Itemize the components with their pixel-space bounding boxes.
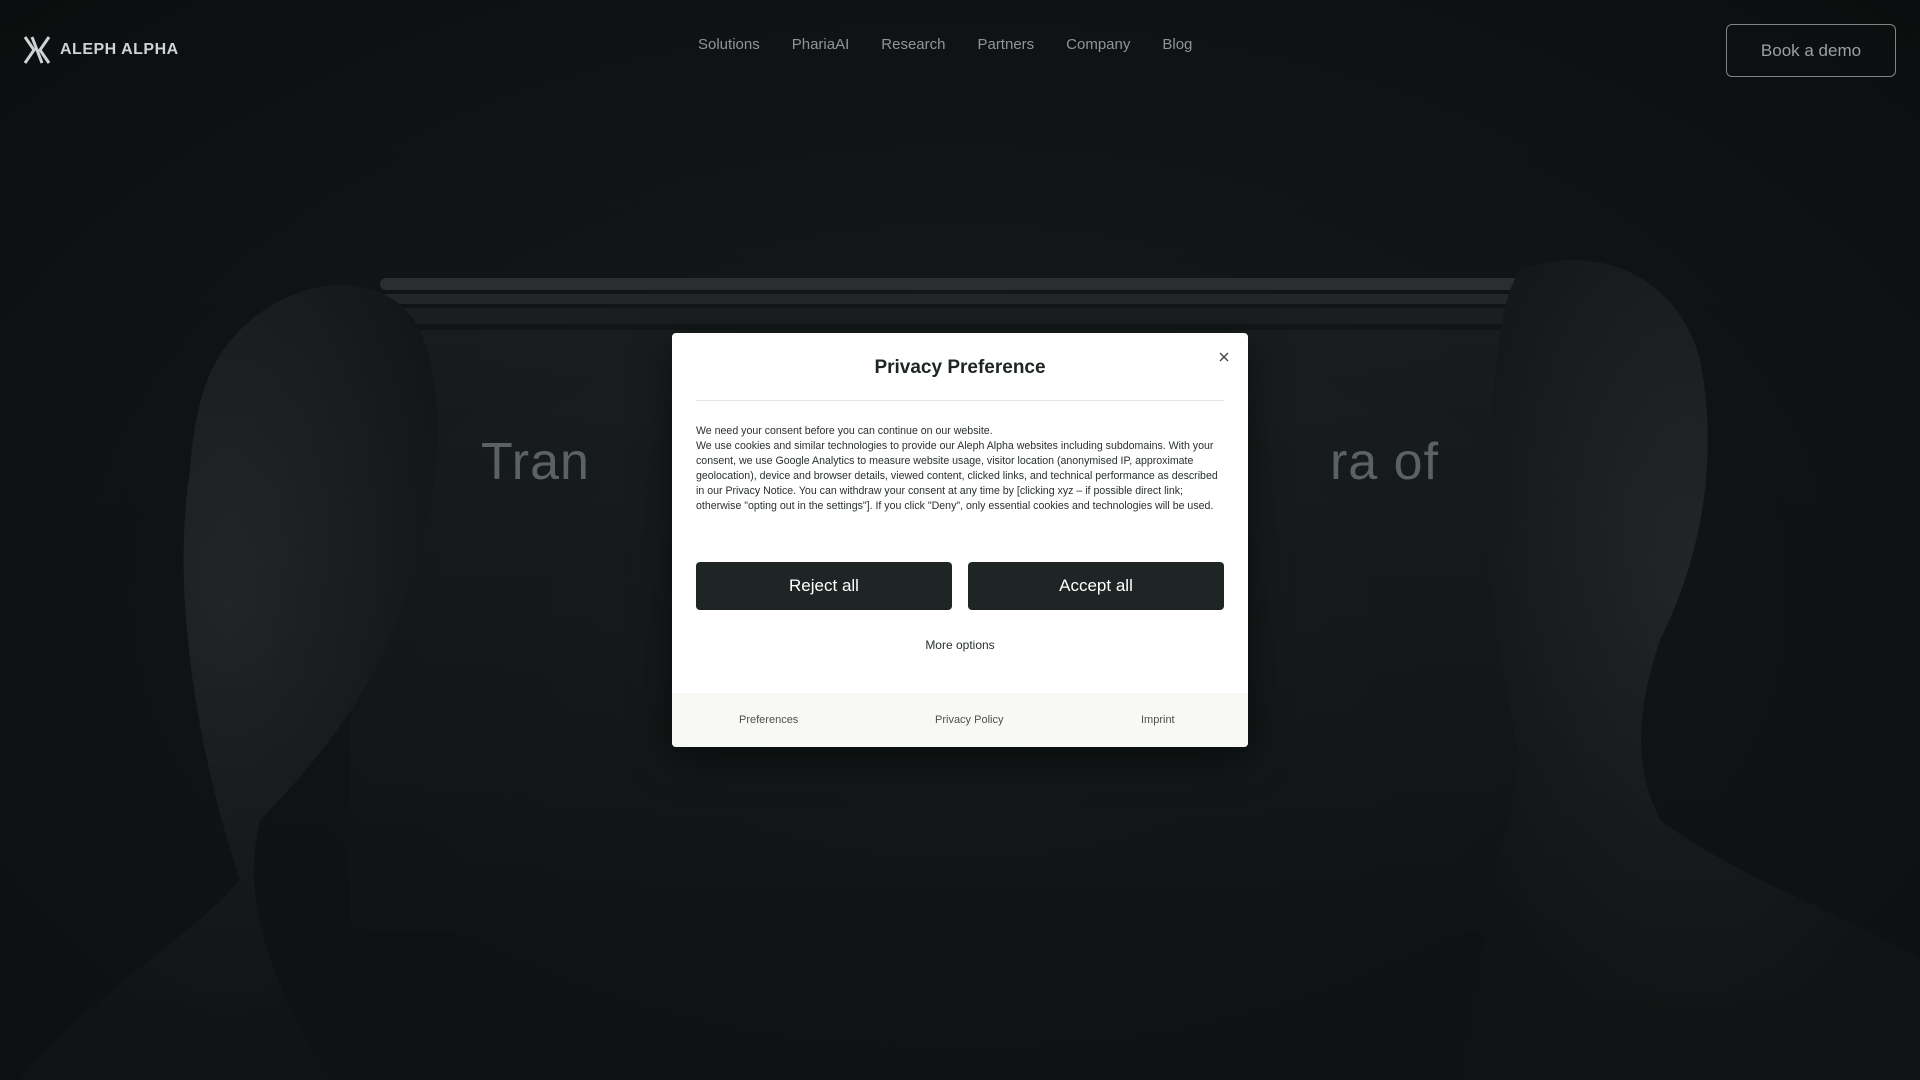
imprint-link[interactable]: Imprint [1141, 714, 1175, 726]
logo[interactable]: ALEPH ALPHA [22, 34, 179, 66]
consent-detail-text: We use cookies and similar technologies … [696, 440, 1218, 512]
modal-body: We need your consent before you can cont… [696, 424, 1228, 514]
aleph-alpha-logo-icon [23, 36, 51, 64]
modal-footer: Preferences Privacy Policy Imprint [672, 693, 1248, 747]
consent-intro-text: We need your consent before you can cont… [696, 425, 993, 437]
hero-title-right: ra of [1329, 433, 1440, 491]
privacy-modal: Privacy Preference We need your consent … [672, 333, 1248, 747]
reject-all-button[interactable]: Reject all [696, 562, 952, 610]
nav-item-phariaai[interactable]: PhariaAI [776, 36, 866, 53]
preferences-link[interactable]: Preferences [739, 714, 798, 726]
nav-item-blog[interactable]: Blog [1146, 36, 1208, 53]
page: ALEPH ALPHA Solutions PhariaAI Research … [0, 0, 1920, 1080]
main-nav: Solutions PhariaAI Research Partners Com… [682, 36, 1208, 53]
more-options-link[interactable]: More options [672, 638, 1248, 652]
logo-text: ALEPH ALPHA [60, 41, 179, 58]
hero-title-left: Tran [480, 433, 590, 491]
modal-title: Privacy Preference [874, 357, 1046, 378]
nav-item-partners[interactable]: Partners [961, 36, 1050, 53]
accept-all-button[interactable]: Accept all [968, 562, 1224, 610]
nav-item-company[interactable]: Company [1050, 36, 1146, 53]
modal-divider [696, 400, 1224, 401]
nav-item-research[interactable]: Research [865, 36, 961, 53]
nav-item-solutions[interactable]: Solutions [682, 36, 776, 53]
book-demo-button[interactable]: Book a demo [1726, 24, 1896, 77]
site-header: ALEPH ALPHA Solutions PhariaAI Research … [0, 0, 1920, 100]
consent-button-row: Reject all Accept all [696, 562, 1224, 610]
privacy-policy-link[interactable]: Privacy Policy [935, 714, 1003, 726]
